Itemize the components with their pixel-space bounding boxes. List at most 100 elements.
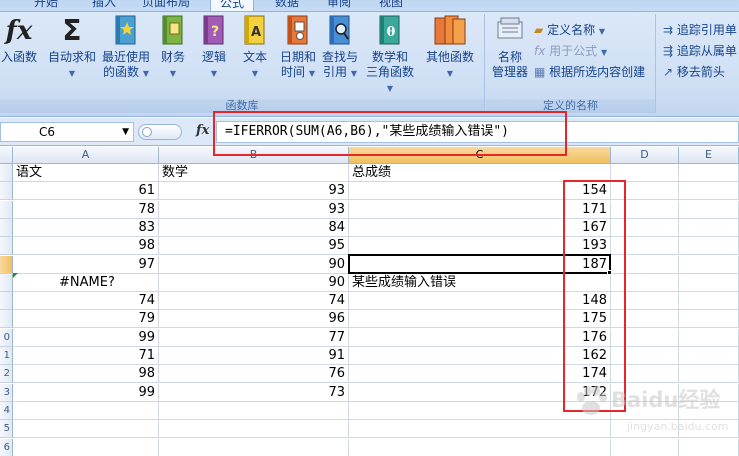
cell-B6[interactable]: 90: [159, 256, 349, 274]
row-header[interactable]: 6: [0, 439, 13, 456]
cell-D8[interactable]: [611, 292, 679, 310]
cell-B11[interactable]: 91: [159, 347, 349, 365]
cell-D3[interactable]: 171: [563, 201, 611, 219]
cell-A7[interactable]: #NAME?: [13, 274, 159, 292]
cell-E13[interactable]: [679, 384, 739, 402]
row-header[interactable]: [0, 292, 13, 310]
cell-D5[interactable]: 193: [563, 237, 611, 255]
cell-A8[interactable]: 74: [13, 292, 159, 310]
cell-B16[interactable]: [159, 439, 349, 456]
cell-B13[interactable]: 73: [159, 384, 349, 402]
cell-E4[interactable]: [679, 219, 739, 237]
cell-E5[interactable]: [679, 237, 739, 255]
cell-A2[interactable]: 61: [13, 182, 159, 200]
text-button[interactable]: A 文本 ▼: [238, 14, 272, 81]
cell-B7[interactable]: 90: [159, 274, 349, 292]
row-header[interactable]: [0, 310, 13, 328]
tab-review[interactable]: 审阅: [327, 0, 351, 11]
cell-A16[interactable]: [13, 439, 159, 456]
cell-D13[interactable]: 172: [563, 384, 611, 402]
create-from-selection-button[interactable]: ▦ 根据所选内容创建: [534, 64, 645, 80]
cell-B5[interactable]: 95: [159, 237, 349, 255]
math-trig-button[interactable]: θ 数学和 三角函数 ▼: [362, 14, 418, 96]
cell-B14[interactable]: [159, 402, 349, 420]
tab-view[interactable]: 视图: [379, 0, 403, 11]
cell-D10[interactable]: [611, 329, 679, 347]
trace-precedents-button[interactable]: ⇉ 追踪引用单: [663, 22, 737, 38]
cell-D13[interactable]: [611, 384, 679, 402]
cell-A5[interactable]: 98: [13, 237, 159, 255]
cell-E9[interactable]: [679, 310, 739, 328]
cell-E2[interactable]: [679, 182, 739, 200]
cell-B15[interactable]: [159, 420, 349, 438]
cell-D8[interactable]: 148: [563, 292, 611, 310]
cell-D6[interactable]: 187: [563, 256, 611, 274]
cell-D7[interactable]: [611, 274, 679, 292]
tab-formulas[interactable]: 公式: [210, 0, 255, 11]
row-header[interactable]: [0, 164, 13, 182]
row-header[interactable]: 5: [0, 420, 13, 438]
cell-D5[interactable]: [611, 237, 679, 255]
row-header[interactable]: 2: [0, 365, 13, 383]
cell-B3[interactable]: 93: [159, 201, 349, 219]
row-header[interactable]: 3: [0, 384, 13, 402]
tab-home[interactable]: 开始: [34, 0, 58, 11]
row-header[interactable]: 4: [0, 402, 13, 420]
insert-function-fx-icon[interactable]: fx: [196, 123, 209, 138]
cell-D14[interactable]: [563, 402, 611, 420]
select-all-corner[interactable]: [0, 147, 13, 164]
tab-data[interactable]: 数据: [275, 0, 299, 11]
cell-E12[interactable]: [679, 365, 739, 383]
cell-A13[interactable]: 99: [13, 384, 159, 402]
cell-B1[interactable]: 数学: [159, 164, 349, 182]
cell-D9[interactable]: [611, 310, 679, 328]
row-header[interactable]: [0, 237, 13, 255]
date-time-button[interactable]: 日期和 时间 ▼: [278, 14, 318, 81]
cell-D3[interactable]: [611, 201, 679, 219]
cell-D10[interactable]: 176: [563, 329, 611, 347]
cell-A12[interactable]: 98: [13, 365, 159, 383]
financial-button[interactable]: 财务 ▼: [156, 14, 190, 81]
column-header-a[interactable]: A: [13, 147, 159, 164]
cell-A1[interactable]: 语文: [13, 164, 159, 182]
row-header[interactable]: [0, 201, 13, 219]
tab-insert[interactable]: 插入: [92, 0, 116, 11]
cell-A4[interactable]: 83: [13, 219, 159, 237]
cell-D2[interactable]: [611, 182, 679, 200]
cell-E7[interactable]: [679, 274, 739, 292]
cell-D1[interactable]: [563, 164, 611, 182]
cell-D15[interactable]: [563, 420, 611, 438]
cell-B10[interactable]: 77: [159, 329, 349, 347]
cell-B2[interactable]: 93: [159, 182, 349, 200]
remove-arrows-button[interactable]: ↗ 移去箭头: [663, 64, 725, 80]
row-header[interactable]: [0, 182, 13, 200]
use-in-formula-button[interactable]: fx 用于公式 ▼: [534, 43, 607, 61]
cell-E16[interactable]: [679, 439, 739, 456]
row-header[interactable]: 1: [0, 347, 13, 365]
fill-handle[interactable]: [607, 270, 612, 275]
cell-A11[interactable]: 71: [13, 347, 159, 365]
cell-A14[interactable]: [13, 402, 159, 420]
cell-D4[interactable]: [611, 219, 679, 237]
row-header[interactable]: [0, 256, 13, 274]
column-header-b[interactable]: B: [159, 147, 349, 164]
lookup-reference-button[interactable]: 查找与 引用 ▼: [320, 14, 360, 81]
cell-D12[interactable]: 174: [563, 365, 611, 383]
define-name-button[interactable]: ▰ 定义名称 ▼: [534, 22, 605, 40]
more-functions-button[interactable]: 其他函数 ▼: [422, 14, 478, 81]
cell-D1[interactable]: [611, 164, 679, 182]
name-box[interactable]: C6 ▼: [0, 122, 134, 142]
formula-bar-resize-handle[interactable]: [138, 124, 182, 140]
column-header-c[interactable]: C: [349, 147, 611, 164]
cell-D2[interactable]: 154: [563, 182, 611, 200]
column-header-d[interactable]: D: [611, 147, 679, 164]
cell-B4[interactable]: 84: [159, 219, 349, 237]
column-header-e[interactable]: E: [679, 147, 739, 164]
cell-D7[interactable]: [563, 274, 611, 292]
cell-E8[interactable]: [679, 292, 739, 310]
cell-D6[interactable]: [611, 256, 679, 274]
row-header[interactable]: 0: [0, 329, 13, 347]
cell-D15[interactable]: [611, 420, 679, 438]
cell-E3[interactable]: [679, 201, 739, 219]
cell-A15[interactable]: [13, 420, 159, 438]
